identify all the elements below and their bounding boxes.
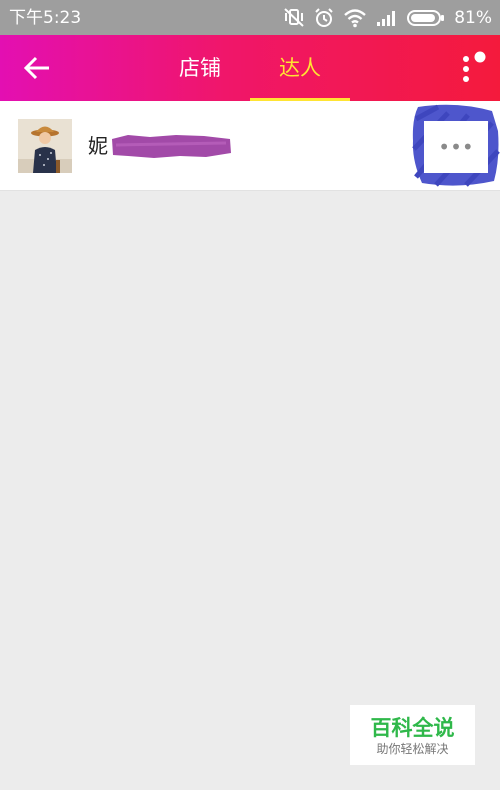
more-menu-button[interactable] — [458, 49, 492, 89]
tab-experts[interactable]: 达人 — [250, 35, 350, 101]
vibrate-off-icon — [284, 8, 304, 27]
wifi-icon — [344, 9, 367, 28]
watermark: 百科全说 助你轻松解决 — [350, 705, 475, 765]
name-redaction — [110, 133, 232, 159]
status-bar: 下午5:23 81% — [0, 0, 500, 35]
app-header: 店铺 达人 — [0, 35, 500, 101]
avatar[interactable] — [18, 119, 72, 173]
alarm-icon — [315, 8, 333, 27]
status-time: 下午5:23 — [9, 8, 82, 28]
status-icons: 81% — [283, 7, 492, 29]
watermark-title: 百科全说 — [370, 716, 455, 740]
battery-icon — [407, 10, 445, 26]
expert-list: 妮 ••• — [0, 101, 500, 191]
arrow-left-icon — [23, 56, 49, 80]
back-button[interactable] — [20, 53, 54, 83]
user-name: 妮 — [88, 134, 108, 158]
more-vertical-icon — [463, 51, 486, 82]
tab-shops[interactable]: 店铺 — [150, 35, 250, 101]
signal-icon — [377, 11, 396, 26]
more-options-button[interactable]: ••• — [424, 121, 488, 173]
watermark-tagline: 助你轻松解决 — [376, 742, 449, 756]
battery-percent: 81% — [454, 8, 492, 28]
